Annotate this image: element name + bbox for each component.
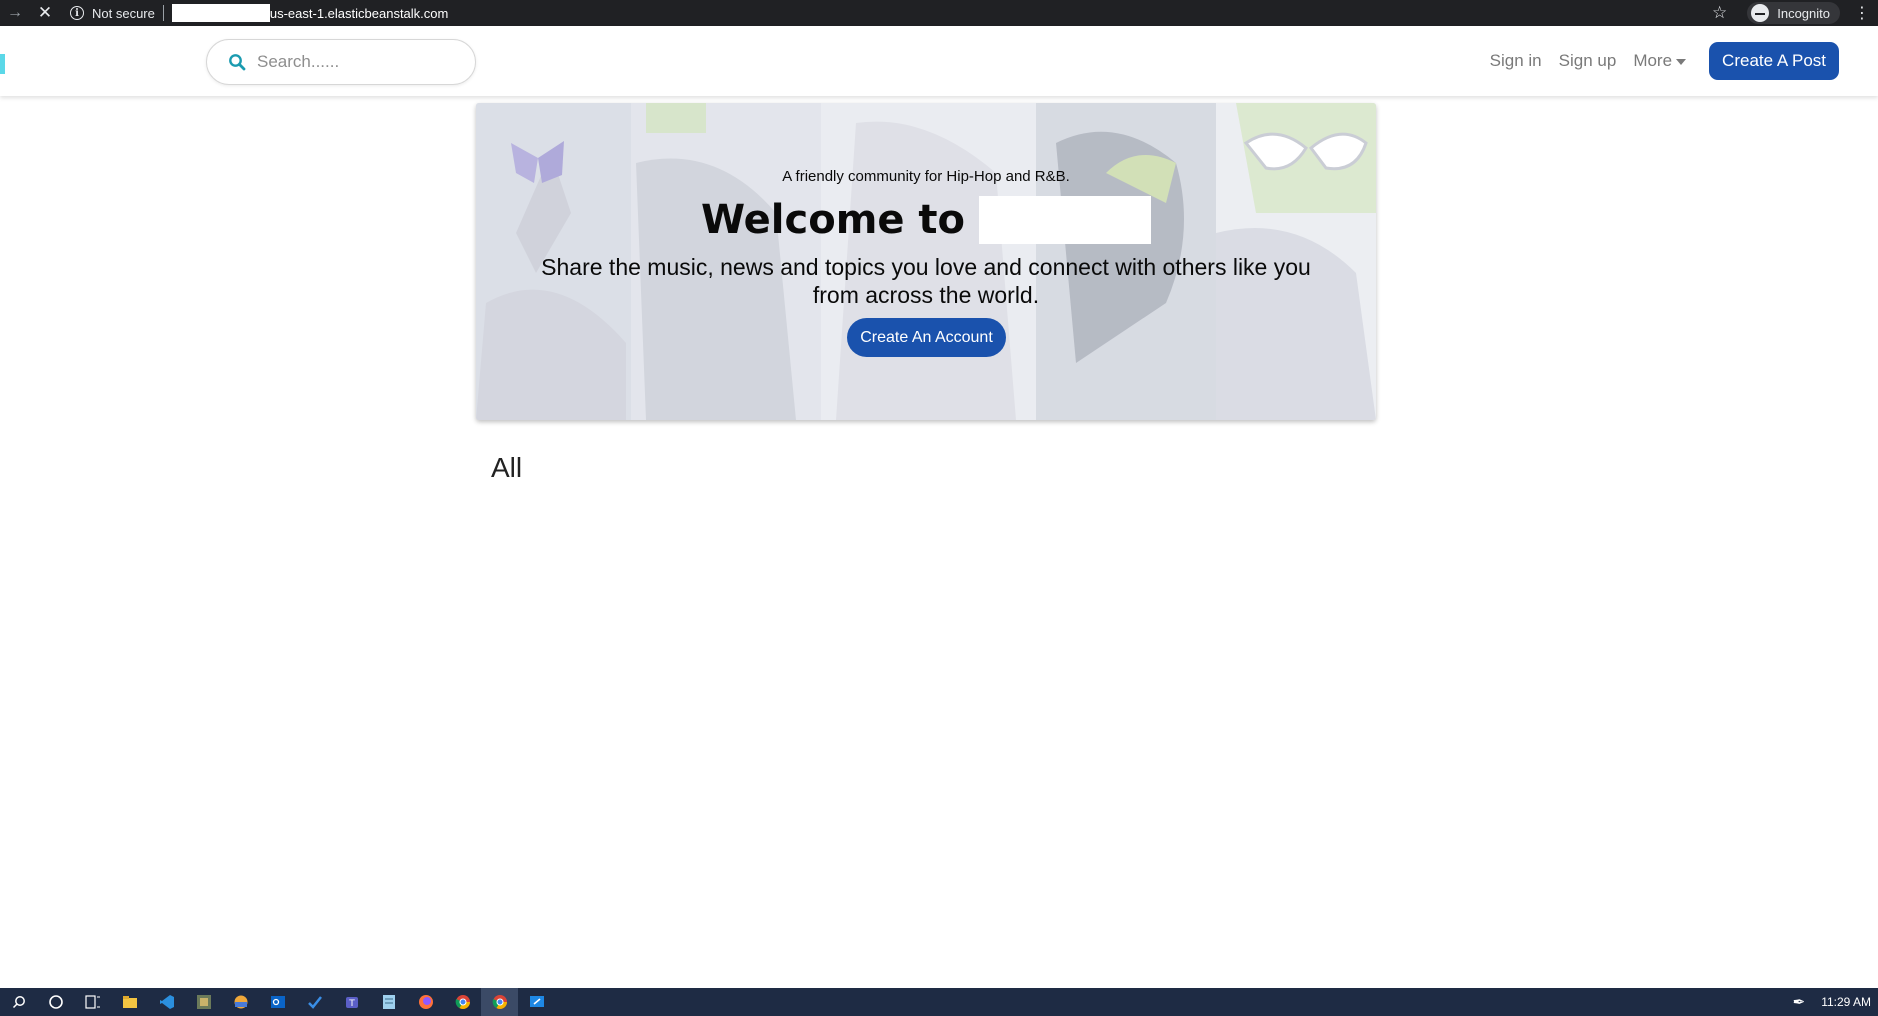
chrome-incognito-icon[interactable]: [481, 988, 518, 1016]
more-label: More: [1633, 51, 1673, 70]
more-dropdown[interactable]: More: [1633, 51, 1687, 71]
remote-desktop-icon[interactable]: [518, 988, 555, 1016]
vscode-icon[interactable]: [148, 988, 185, 1016]
search-icon[interactable]: [217, 39, 257, 85]
redacted-site-name: [979, 196, 1152, 244]
section-title-all: All: [491, 452, 523, 483]
hero-tagline: A friendly community for Hip-Hop and R&B…: [782, 168, 1070, 185]
firefox-icon[interactable]: [407, 988, 444, 1016]
hero-welcome-heading: Welcome to: [476, 196, 1376, 244]
site-logo[interactable]: [0, 54, 5, 74]
bookmark-star-icon[interactable]: ☆: [1712, 3, 1727, 23]
security-status-label[interactable]: Not secure: [92, 6, 155, 21]
address-divider: [162, 5, 164, 21]
task-view-icon[interactable]: [74, 988, 111, 1016]
url-text[interactable]: us-east-1.elasticbeanstalk.com: [270, 6, 448, 21]
cortana-icon[interactable]: [37, 988, 74, 1016]
info-icon[interactable]: i: [70, 6, 84, 20]
create-post-button[interactable]: Create A Post: [1709, 42, 1839, 80]
sign-up-link[interactable]: Sign up: [1559, 51, 1617, 71]
search-bar[interactable]: [206, 39, 476, 85]
incognito-badge[interactable]: Incognito: [1747, 2, 1840, 24]
file-explorer-icon[interactable]: [111, 988, 148, 1016]
teams-icon[interactable]: T: [333, 988, 370, 1016]
incognito-label: Incognito: [1777, 5, 1830, 21]
forward-arrow-icon[interactable]: →: [0, 0, 30, 26]
browser-toolbar: → ✕ i Not secure us-east-1.elasticbeanst…: [0, 0, 1878, 26]
search-icon[interactable]: [0, 988, 37, 1016]
site-navbar: Sign in Sign up More Create A Post: [0, 26, 1878, 96]
system-clock[interactable]: 11:29 AM: [1821, 995, 1871, 1009]
notepad-icon[interactable]: [370, 988, 407, 1016]
search-input[interactable]: [257, 52, 447, 72]
incognito-icon: [1751, 4, 1770, 22]
pen-workspace-icon[interactable]: ✒: [1793, 993, 1806, 1011]
os-taskbar: T ✒ 11:29 AM: [0, 988, 1878, 1016]
address-bar[interactable]: i Not secure us-east-1.elasticbeanstalk.…: [70, 2, 448, 24]
paint-icon[interactable]: [222, 988, 259, 1016]
stop-loading-icon[interactable]: ✕: [30, 0, 60, 26]
welcome-text: Welcome to: [700, 197, 966, 243]
create-account-button[interactable]: Create An Account: [847, 318, 1006, 357]
outlook-icon[interactable]: [259, 988, 296, 1016]
caret-down-icon: [1676, 58, 1687, 65]
app-grid-icon[interactable]: [185, 988, 222, 1016]
redacted-url-prefix: [171, 4, 270, 22]
todo-icon[interactable]: [296, 988, 333, 1016]
svg-text:T: T: [348, 999, 355, 1009]
browser-menu-icon[interactable]: ⋮: [1852, 3, 1872, 23]
sign-in-link[interactable]: Sign in: [1490, 51, 1542, 71]
hero-banner: A friendly community for Hip-Hop and R&B…: [476, 103, 1376, 420]
chrome-icon[interactable]: [444, 988, 481, 1016]
hero-description: Share the music, news and topics you lov…: [541, 254, 1311, 308]
